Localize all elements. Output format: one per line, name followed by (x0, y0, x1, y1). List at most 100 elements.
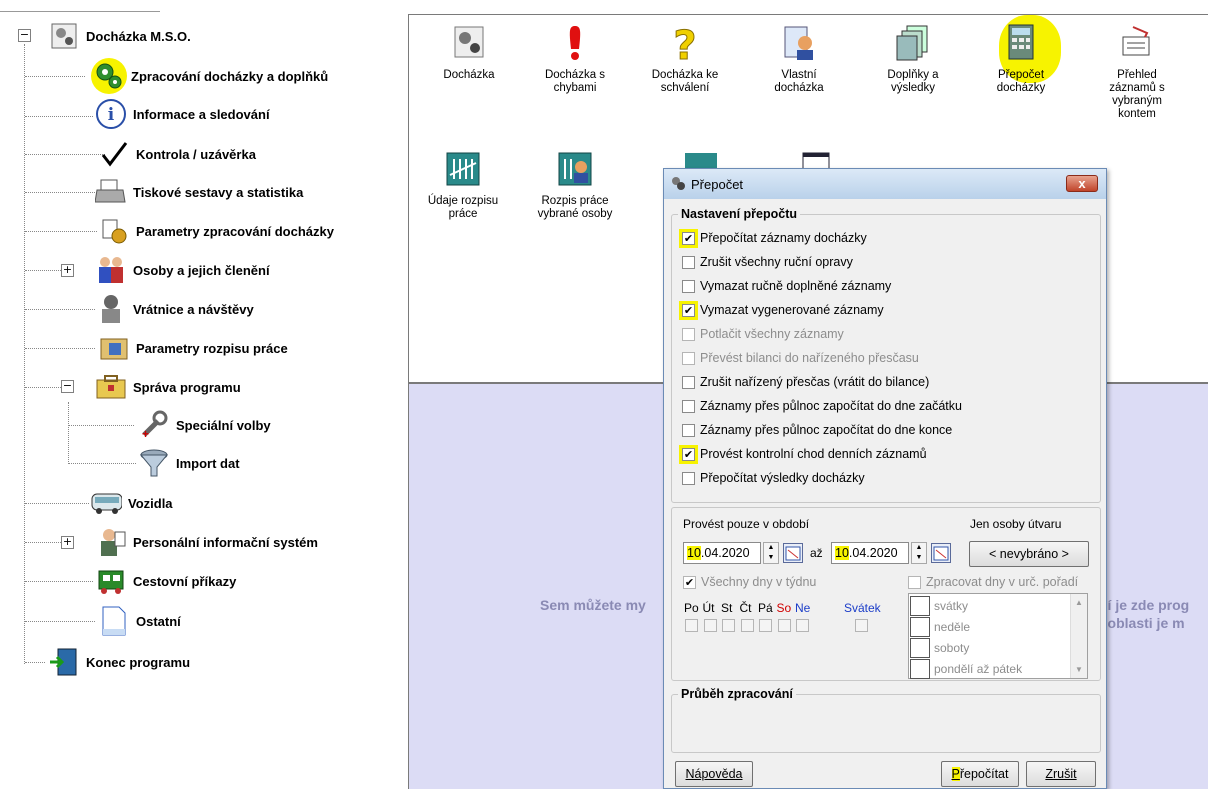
collapse-root-toggle[interactable]: − (18, 29, 31, 42)
listbox-scrollbar[interactable]: ▲ ▼ (1070, 594, 1087, 678)
list-item[interactable]: soboty (910, 637, 969, 658)
tree-item-tiskove[interactable]: Tiskové sestavy a statistika (95, 176, 303, 208)
tool-dochazka-ke-schvaleni[interactable]: ? Docházka ke schválení (645, 23, 725, 95)
checkbox-box[interactable] (682, 255, 695, 269)
cancel-button[interactable]: Zrušit (1026, 761, 1096, 787)
tree-item-vozidla[interactable]: Vozidla (90, 487, 173, 519)
day-checkbox[interactable] (796, 619, 809, 632)
checkbox-box[interactable] (682, 231, 695, 245)
scroll-up-icon[interactable]: ▲ (1071, 598, 1087, 607)
tool-dochazka-s-chybami[interactable]: Docházka s chybami (535, 23, 615, 95)
option-checkbox-row[interactable]: Převést bilanci do nařízeného přesčasu (682, 349, 919, 367)
checkbox-box[interactable] (682, 447, 695, 461)
option-checkbox-row[interactable]: Záznamy přes půlnoc započítat do dne zač… (682, 397, 962, 415)
date-to-spinner[interactable]: ▲ ▼ (911, 542, 927, 564)
recalculate-button[interactable]: Přepočítat (941, 761, 1019, 787)
option-checkbox-row[interactable]: Vymazat ručně doplněné záznamy (682, 277, 891, 295)
tree-item-parametry[interactable]: Parametry zpracování docházky (98, 215, 334, 247)
tree-item-vratnice[interactable]: Vrátnice a návštěvy (95, 293, 254, 325)
list-item-checkbox[interactable] (910, 595, 930, 616)
option-checkbox-row[interactable]: Provést kontrolní chod denních záznamů (682, 445, 927, 463)
tree-guide (25, 154, 105, 155)
date-to-input[interactable]: 10.04.2020 (831, 542, 909, 564)
dialog-titlebar[interactable]: Přepočet (664, 169, 1106, 199)
tree-item-label: Parametry rozpisu práce (136, 340, 288, 356)
list-item[interactable]: svátky (910, 595, 968, 616)
checkbox-box[interactable] (682, 279, 695, 293)
tool-prehled-zaznamu[interactable]: Přehled záznamů s vybraným kontem (1097, 23, 1177, 121)
option-checkbox-row[interactable]: Přepočítat záznamy docházky (682, 229, 867, 247)
option-checkbox-row[interactable]: Záznamy přes půlnoc započítat do dne kon… (682, 421, 952, 439)
date-from-input[interactable]: 10.04.2020 (683, 542, 761, 564)
tree-item-rozpis[interactable]: Parametry rozpisu práce (98, 332, 288, 364)
day-checkbox[interactable] (777, 619, 791, 632)
tree-item-specialni[interactable]: + Speciální volby (138, 409, 271, 441)
tree-item-informace[interactable]: i Informace a sledování (95, 98, 270, 130)
tree-item-label: Konec programu (86, 654, 191, 670)
checkbox-box[interactable] (682, 399, 695, 413)
tool-vlastni-dochazka[interactable]: Vlastní docházka (759, 23, 839, 95)
tree-item-osoby[interactable]: Osoby a jejich členění (95, 254, 270, 286)
option-checkbox-row[interactable]: Zrušit nařízený přesčas (vrátit do bilan… (682, 373, 929, 391)
date-from-rest: .04.2020 (700, 546, 750, 560)
day-order-listbox[interactable]: svátky neděle soboty pondělí až pátek ▲ ▼ (908, 593, 1088, 679)
unit-select-button[interactable]: < nevybráno > (969, 541, 1089, 567)
funnel-icon (138, 447, 170, 479)
day-checkbox[interactable] (759, 619, 772, 632)
tree-item-konec[interactable]: Konec programu (48, 646, 190, 678)
tree-guide (25, 76, 85, 77)
checkbox-box[interactable] (682, 351, 695, 365)
checkbox-box[interactable] (682, 471, 695, 485)
tree-guide (25, 621, 95, 622)
checkbox-box[interactable] (682, 303, 695, 317)
day-checkbox[interactable] (685, 619, 698, 632)
option-checkbox-row[interactable]: Zrušit všechny ruční opravy (682, 253, 853, 271)
date-from-spinner[interactable]: ▲ ▼ (763, 542, 779, 564)
checkbox-box[interactable] (682, 375, 695, 389)
dialog-close-button[interactable]: x (1066, 175, 1098, 192)
tool-doplnky-a-vysledky[interactable]: Doplňky a výsledky (873, 23, 953, 95)
list-item[interactable]: neděle (910, 616, 970, 637)
calendar-from-icon[interactable] (783, 543, 803, 563)
description-text-left: Sem můžete my (540, 597, 646, 613)
documents-stack-icon (893, 23, 933, 63)
tool-prepocet-dochazky[interactable]: Přepočet docházky (981, 15, 1061, 95)
option-checkbox-row[interactable]: Přepočítat výsledky docházky (682, 469, 865, 487)
list-item-checkbox[interactable] (910, 637, 930, 658)
expand-osoby-toggle[interactable]: + (61, 264, 74, 277)
tool-rozpis-prace-osoby[interactable]: Rozpis práce vybrané osoby (535, 149, 615, 221)
tree-item-personalni[interactable]: Personální informační systém (95, 526, 318, 558)
option-checkbox-row[interactable]: Vymazat vygenerované záznamy (682, 301, 884, 319)
list-item-checkbox[interactable] (910, 658, 930, 679)
checkbox-box[interactable] (682, 423, 695, 437)
option-checkbox-row[interactable]: Potlačit všechny záznamy (682, 325, 844, 343)
calendar-to-icon[interactable] (931, 543, 951, 563)
tool-dochazka[interactable]: Docházka (429, 23, 509, 82)
tree-item-zpracovani[interactable]: Zpracování docházky a doplňků (91, 58, 328, 94)
order-days-checkbox[interactable]: Zpracovat dny v urč. pořadí (908, 573, 1078, 591)
printer-icon (95, 176, 127, 208)
day-checkbox[interactable] (722, 619, 735, 632)
day-checkbox[interactable] (740, 619, 754, 632)
tree-item-sprava[interactable]: Správa programu (95, 371, 241, 403)
day-checkbox[interactable] (703, 619, 717, 632)
expand-personalni-toggle[interactable]: + (61, 536, 74, 549)
tree-item-label: Správa programu (133, 379, 241, 395)
all-days-checkbox[interactable]: Všechny dny v týdnu (683, 573, 816, 591)
tool-udaje-rozpisu-prace[interactable]: Údaje rozpisu práce (423, 149, 503, 221)
tree-item-cestovni[interactable]: Cestovní příkazy (95, 565, 236, 597)
scroll-down-icon[interactable]: ▼ (1071, 665, 1087, 674)
help-button-label: Nápověda (685, 767, 743, 781)
tool-label: Docházka (443, 69, 495, 81)
tree-root[interactable]: Docházka M.S.O. (48, 20, 191, 52)
holiday-checkbox[interactable] (855, 619, 868, 632)
list-item-checkbox[interactable] (910, 616, 930, 637)
tree-item-import[interactable]: Import dat (138, 447, 240, 479)
list-item[interactable]: pondělí až pátek (910, 658, 1022, 679)
help-button[interactable]: Nápověda (675, 761, 753, 787)
checkmark-icon (98, 138, 130, 170)
tree-item-ostatni[interactable]: Ostatní (98, 605, 181, 637)
tree-item-kontrola[interactable]: Kontrola / uzávěrka (98, 138, 256, 170)
collapse-sprava-toggle[interactable]: − (61, 380, 74, 393)
checkbox-box[interactable] (682, 327, 695, 341)
